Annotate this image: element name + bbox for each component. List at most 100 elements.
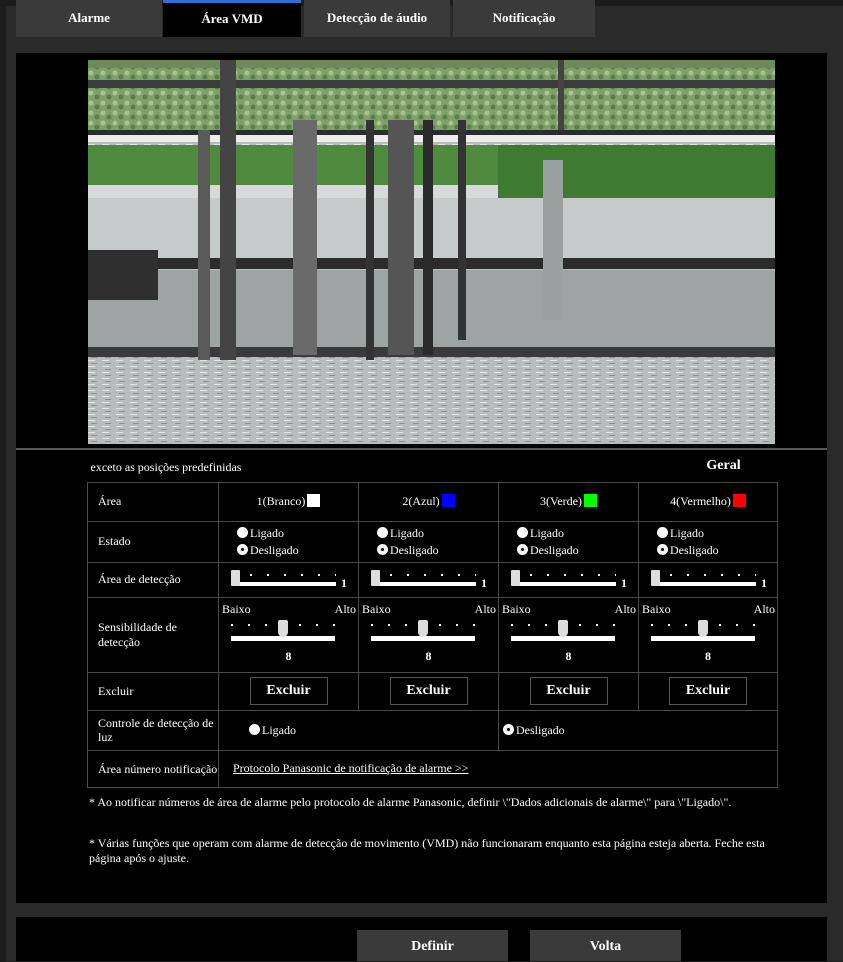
sensitivity-low-label: Baixo	[362, 601, 391, 616]
excluir-button-2[interactable]: Excluir	[389, 677, 468, 705]
excluir-3: Excluir	[498, 671, 639, 711]
tab-deteccao-audio[interactable]: Detecção de áudio	[304, 0, 450, 37]
sensitivity-slider-1[interactable]: Baixo Alto 8	[219, 600, 358, 670]
vmd-settings-table: exceto as posições predefinidas Geral Ár…	[87, 451, 778, 788]
estado-4-ligado[interactable]: Ligado	[657, 525, 719, 542]
section-divider	[16, 448, 827, 450]
sensitivity-low-label: Baixo	[642, 601, 671, 616]
slider-thumb[interactable]	[231, 569, 240, 586]
area-2: 2(Azul)	[358, 481, 499, 522]
estado-1-desligado[interactable]: Desligado	[237, 542, 299, 559]
preset-label: exceto as posições predefinidas	[90, 460, 242, 474]
area-deteccao-4: 1	[638, 561, 778, 598]
sensitivity-high-label: Alto	[753, 601, 775, 616]
slider-thumb[interactable]	[511, 569, 520, 586]
tab-alarme[interactable]: Alarme	[16, 0, 162, 37]
detection-area-slider-1[interactable]: 1	[219, 567, 358, 593]
radio-icon[interactable]	[237, 526, 248, 538]
area-numero-label: Área número notificação	[87, 749, 219, 788]
estado-row: Estado Ligado Desligado Ligado Desligado L…	[87, 520, 778, 563]
excluir-row: Excluir Excluir Excluir Excluir Excluir	[87, 671, 778, 711]
excluir-button-3[interactable]: Excluir	[529, 677, 608, 705]
estado-area-4: Ligado Desligado	[638, 520, 778, 563]
area-deteccao-3: 1	[498, 561, 639, 598]
area-1-color-swatch	[307, 494, 321, 507]
estado-3-ligado[interactable]: Ligado	[517, 525, 579, 542]
excluir-1: Excluir	[218, 671, 359, 711]
estado-area-1: Ligado Desligado	[218, 520, 359, 563]
area-2-color-swatch	[441, 494, 455, 507]
tab-notificacao[interactable]: Notificação	[453, 0, 595, 37]
area-4-color-swatch	[732, 494, 746, 507]
detection-area-value-4: 1	[761, 575, 767, 590]
estado-area-2: Ligado Desligado	[358, 520, 499, 563]
detection-area-value-3: 1	[621, 575, 627, 590]
light-control-off[interactable]: Desligado	[498, 709, 778, 751]
sensitivity-value: 8	[425, 648, 432, 663]
estado-4-desligado[interactable]: Desligado	[657, 542, 719, 559]
radio-selected-icon[interactable]	[237, 543, 248, 555]
note-2: * Várias funções que operam com alarme d…	[89, 836, 765, 865]
sensitivity-value: 8	[285, 648, 292, 663]
panasonic-notification-link[interactable]: Protocolo Panasonic de notificação de al…	[233, 761, 468, 775]
estado-label: Estado	[87, 520, 219, 563]
radio-icon[interactable]	[249, 723, 260, 735]
radio-selected-icon[interactable]	[503, 723, 514, 735]
detection-area-slider-2[interactable]: 1	[359, 567, 498, 593]
area-4-name: 4(Vermelho)	[670, 494, 731, 508]
area-1-name: 1(Branco)	[256, 494, 306, 508]
excluir-button-4[interactable]: Excluir	[669, 677, 747, 705]
slider-thumb[interactable]	[418, 619, 428, 637]
radio-selected-icon[interactable]	[657, 543, 668, 555]
tab-area-vmd[interactable]: Área VMD	[163, 0, 301, 37]
radio-icon[interactable]	[657, 526, 668, 538]
estado-2-ligado[interactable]: Ligado	[377, 525, 439, 542]
sensitivity-high-label: Alto	[614, 601, 636, 616]
light-control-on[interactable]: Ligado	[218, 709, 499, 751]
volta-button[interactable]: Volta	[530, 930, 681, 961]
estado-3-desligado[interactable]: Desligado	[517, 542, 579, 559]
geral-button[interactable]: Geral	[686, 453, 761, 479]
sensitivity-slider-3[interactable]: Baixo Alto 8	[499, 600, 638, 670]
estado-2-desligado[interactable]: Desligado	[377, 542, 439, 559]
controle-luz-label: Controle de detecção de luz	[87, 709, 219, 751]
area-deteccao-1: 1	[218, 561, 359, 598]
sensibilidade-label: Sensibilidade de detecção	[87, 596, 219, 673]
area-deteccao-label: Área de detecção	[87, 561, 219, 598]
radio-icon[interactable]	[517, 526, 528, 538]
sensitivity-slider-2[interactable]: Baixo Alto 8	[359, 600, 498, 670]
area-numero-row: Área número notificação Protocolo Panaso…	[87, 749, 778, 788]
estado-1-ligado[interactable]: Ligado	[237, 525, 299, 542]
area-3-color-swatch	[583, 494, 597, 507]
camera-view[interactable]	[88, 60, 775, 444]
definir-button[interactable]: Definir	[357, 930, 508, 961]
sensitivity-high-label: Alto	[334, 601, 356, 616]
slider-thumb[interactable]	[651, 569, 660, 586]
estado-area-3: Ligado Desligado	[498, 520, 639, 563]
area-1: 1(Branco)	[218, 481, 359, 522]
area-row: Área 1(Branco) 2(Azul) 3(Verde) 4(Vermel…	[87, 481, 778, 522]
excluir-label: Excluir	[87, 671, 219, 711]
excluir-2: Excluir	[358, 671, 499, 711]
sensitivity-value: 8	[565, 648, 572, 663]
excluir-button-1[interactable]: Excluir	[249, 677, 328, 705]
slider-thumb[interactable]	[558, 619, 568, 637]
radio-icon[interactable]	[377, 526, 388, 538]
radio-selected-icon[interactable]	[377, 543, 388, 555]
area-4: 4(Vermelho)	[638, 481, 778, 522]
slider-thumb[interactable]	[371, 569, 380, 586]
sensitivity-slider-4[interactable]: Baixo Alto 8	[639, 600, 777, 670]
area-2-name: 2(Azul)	[402, 494, 440, 508]
sensibilidade-1: Baixo Alto 8	[218, 596, 359, 673]
area-3-name: 3(Verde)	[540, 494, 582, 508]
sensitivity-high-label: Alto	[474, 601, 496, 616]
detection-area-slider-4[interactable]: 1	[639, 567, 777, 593]
excluir-4: Excluir	[638, 671, 778, 711]
sensitivity-low-label: Baixo	[222, 601, 251, 616]
radio-selected-icon[interactable]	[517, 543, 528, 555]
slider-thumb[interactable]	[278, 619, 288, 637]
preset-row: exceto as posições predefinidas Geral	[88, 451, 778, 482]
slider-thumb[interactable]	[698, 619, 708, 637]
sensibilidade-2: Baixo Alto 8	[358, 596, 499, 673]
detection-area-slider-3[interactable]: 1	[499, 567, 638, 593]
